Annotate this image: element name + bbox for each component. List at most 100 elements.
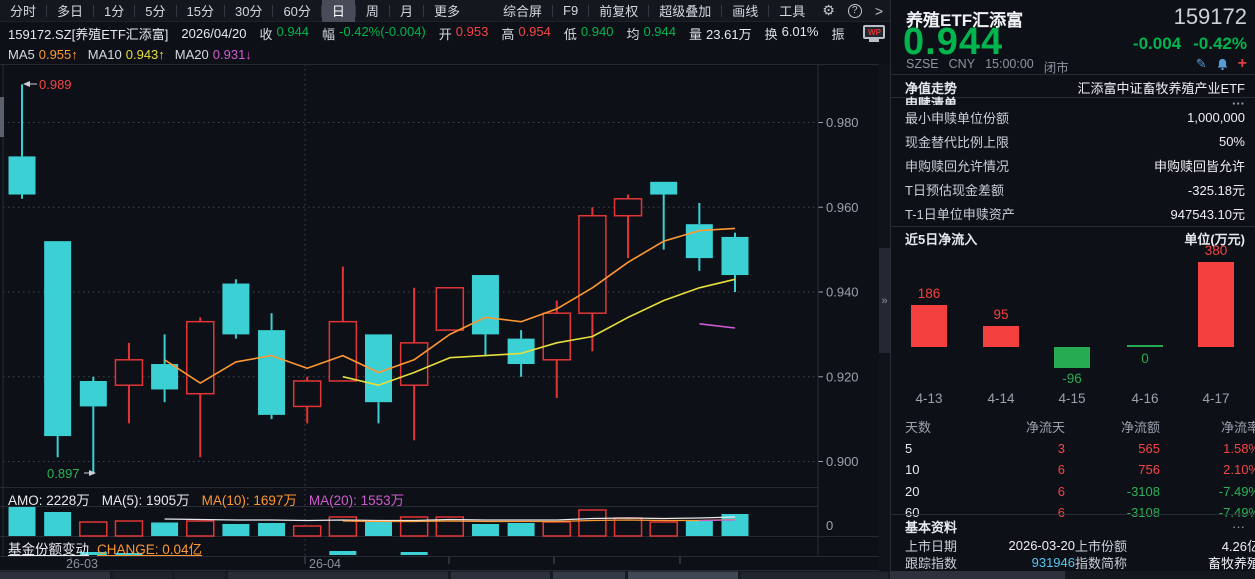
flow-table-header-cell: 净流额 bbox=[1065, 417, 1160, 436]
chart-horizontal-scrollbar[interactable] bbox=[0, 572, 890, 579]
cell-pct: 1.58% bbox=[1160, 441, 1255, 456]
flow-title: 近5日净流入 bbox=[905, 229, 977, 248]
period-tab-周[interactable]: 周 bbox=[356, 0, 389, 22]
toolbar-item-超级叠加[interactable]: 超级叠加 bbox=[649, 0, 721, 22]
x-axis-label: 26-04 bbox=[309, 557, 341, 571]
flow-table-row: 1067562.10% bbox=[905, 459, 1245, 481]
ma-indicator-MA10: MA100.943↑ bbox=[88, 47, 165, 62]
detail-value: 50% bbox=[1219, 134, 1245, 149]
basic-info-row: 上市日期2026-03-20上市份额4.26亿 bbox=[905, 536, 1245, 553]
grid-layer: 0.9800.9600.9400.9200.900 bbox=[3, 64, 859, 556]
toolbar-item-前复权[interactable]: 前复权 bbox=[589, 0, 648, 22]
flow-bar-value: 0 bbox=[1115, 351, 1175, 366]
period-tab-30分[interactable]: 30分 bbox=[225, 0, 272, 22]
basic-value[interactable]: 931946 bbox=[975, 555, 1075, 570]
panel-scrollbar-thumb[interactable] bbox=[890, 571, 1065, 579]
market-status: 闭市 bbox=[1044, 57, 1069, 76]
basic-info-header[interactable]: 基本资料 ··· bbox=[905, 518, 1245, 534]
help-icon[interactable]: ? bbox=[848, 4, 862, 18]
x-axis-layer: 26-0326-04 bbox=[66, 557, 680, 571]
flow-bar-4-16 bbox=[1127, 345, 1163, 347]
period-tab-60分[interactable]: 60分 bbox=[273, 0, 320, 22]
detail-value: 1,000,000 bbox=[1187, 110, 1245, 125]
field-value: 0.954 bbox=[518, 24, 551, 43]
flow-bar-value: -96 bbox=[1042, 371, 1102, 386]
cell-pct: -7.49% bbox=[1160, 484, 1255, 499]
side-panel: 净值走势 汇添富中证畜牧养殖产业ETF 申赎清单 ··· 最小申赎单位份额1,0… bbox=[890, 75, 1255, 579]
field-label: 均 bbox=[626, 24, 639, 43]
alert-bell-icon[interactable] bbox=[1216, 58, 1229, 71]
edit-icon[interactable]: ✎ bbox=[1196, 56, 1207, 72]
field-value: 23.61万 bbox=[706, 24, 752, 43]
chevron-right-icon[interactable]: > bbox=[868, 3, 890, 19]
fund-detail-row: 最小申赎单位份额1,000,000 bbox=[905, 107, 1245, 127]
quote-field-高: 高0.954 bbox=[501, 24, 551, 43]
flow-bar-date: 4-17 bbox=[1186, 391, 1246, 406]
cell-days: 20 bbox=[905, 484, 965, 499]
cell-netdays: 3 bbox=[965, 441, 1065, 456]
fund-detail-row: 申购赎回允许情况申购赎回皆允许 bbox=[905, 155, 1245, 175]
amo-segment: MA(5): 1905万 bbox=[102, 489, 190, 509]
gear-icon[interactable]: ⚙ bbox=[815, 2, 842, 19]
ma-indicator-MA5: MA50.955↑ bbox=[8, 47, 78, 62]
panel-collapse-button[interactable]: » bbox=[879, 248, 890, 353]
flow-bar-date: 4-13 bbox=[899, 391, 959, 406]
basic-value: 2026-03-20 bbox=[975, 538, 1075, 553]
period-tab-15分[interactable]: 15分 bbox=[177, 0, 224, 22]
toolbar-item-F9[interactable]: F9 bbox=[553, 0, 588, 22]
low-annotation: 0.897 bbox=[47, 466, 80, 481]
amo-segment: AMO: 2228万 bbox=[8, 489, 90, 509]
period-tab-1分[interactable]: 1分 bbox=[94, 0, 134, 22]
detail-label: 申购赎回允许情况 bbox=[905, 156, 1009, 175]
cell-days: 5 bbox=[905, 441, 965, 456]
redemption-list-title: 申赎清单 bbox=[905, 96, 957, 105]
field-value: 0.940 bbox=[581, 24, 614, 43]
basic-label: 指数简称 bbox=[1075, 553, 1165, 572]
panel-horizontal-scrollbar[interactable] bbox=[890, 571, 1255, 579]
svg-text:0.980: 0.980 bbox=[826, 115, 859, 130]
redemption-list-header[interactable]: 申赎清单 ··· bbox=[905, 96, 1245, 105]
svg-text:0.940: 0.940 bbox=[826, 285, 859, 300]
cell-amount: 565 bbox=[1065, 441, 1160, 456]
more-icon[interactable]: ··· bbox=[1232, 519, 1245, 534]
field-label: 幅 bbox=[322, 24, 335, 43]
wp-widget-icon[interactable]: WP bbox=[863, 25, 885, 42]
more-icon[interactable]: ··· bbox=[1232, 96, 1245, 105]
net-inflow-table: 天数净流天净流额净流率535651.58%1067562.10%206-3108… bbox=[905, 416, 1245, 524]
period-tab-月[interactable]: 月 bbox=[390, 0, 423, 22]
period-tab-分时[interactable]: 分时 bbox=[0, 0, 46, 22]
nav-trend-header[interactable]: 净值走势 汇添富中证畜牧养殖产业ETF bbox=[905, 79, 1245, 95]
toolbar-item-工具[interactable]: 工具 bbox=[769, 0, 815, 22]
svg-text:0.920: 0.920 bbox=[826, 369, 859, 384]
change-percent: -0.42% bbox=[1193, 34, 1247, 54]
period-tab-日[interactable]: 日 bbox=[322, 0, 355, 22]
ma-value: 0.931↓ bbox=[213, 47, 252, 62]
add-to-watchlist-icon[interactable]: + bbox=[1238, 58, 1247, 70]
toolbar-item-综合屏[interactable]: 综合屏 bbox=[493, 0, 552, 22]
basic-info-title: 基本资料 bbox=[905, 517, 957, 536]
flow-bar-date: 4-15 bbox=[1042, 391, 1102, 406]
clipped-prev-candle bbox=[0, 97, 4, 137]
quote-info-bar: 159172.SZ[养殖ETF汇添富] 2026/04/20 收0.944幅-0… bbox=[0, 22, 890, 45]
change-value: -0.004 bbox=[1133, 34, 1181, 54]
period-tab-5分[interactable]: 5分 bbox=[135, 0, 175, 22]
ma-label: MA5 bbox=[8, 47, 35, 62]
flow-table-header-cell: 天数 bbox=[905, 417, 965, 436]
field-label: 高 bbox=[501, 24, 514, 43]
quote-header: 养殖ETF汇添富 159172 0.944 -0.004 -0.42% SZSE… bbox=[890, 0, 1255, 75]
period-tab-多日[interactable]: 多日 bbox=[47, 0, 93, 22]
share-change-row: 基金份额变动CHANGE: 0.04亿 bbox=[8, 538, 202, 558]
trade-date: 2026/04/20 bbox=[181, 26, 246, 41]
field-label: 开 bbox=[439, 24, 452, 43]
toolbar-item-画线[interactable]: 画线 bbox=[722, 0, 768, 22]
flow-bar-4-15 bbox=[1054, 347, 1090, 368]
panel-collapse-strip: » bbox=[879, 64, 890, 571]
quote-field-换: 换6.01% bbox=[765, 24, 819, 43]
volume-zero-label: 0 bbox=[826, 518, 833, 533]
svg-text:0.960: 0.960 bbox=[826, 200, 859, 215]
period-tab-更多[interactable]: 更多 bbox=[424, 0, 470, 22]
field-label: 量 bbox=[689, 24, 702, 43]
field-label: 低 bbox=[564, 24, 577, 43]
security-code: 159172 bbox=[1174, 4, 1247, 30]
field-value: 6.01% bbox=[782, 24, 819, 43]
